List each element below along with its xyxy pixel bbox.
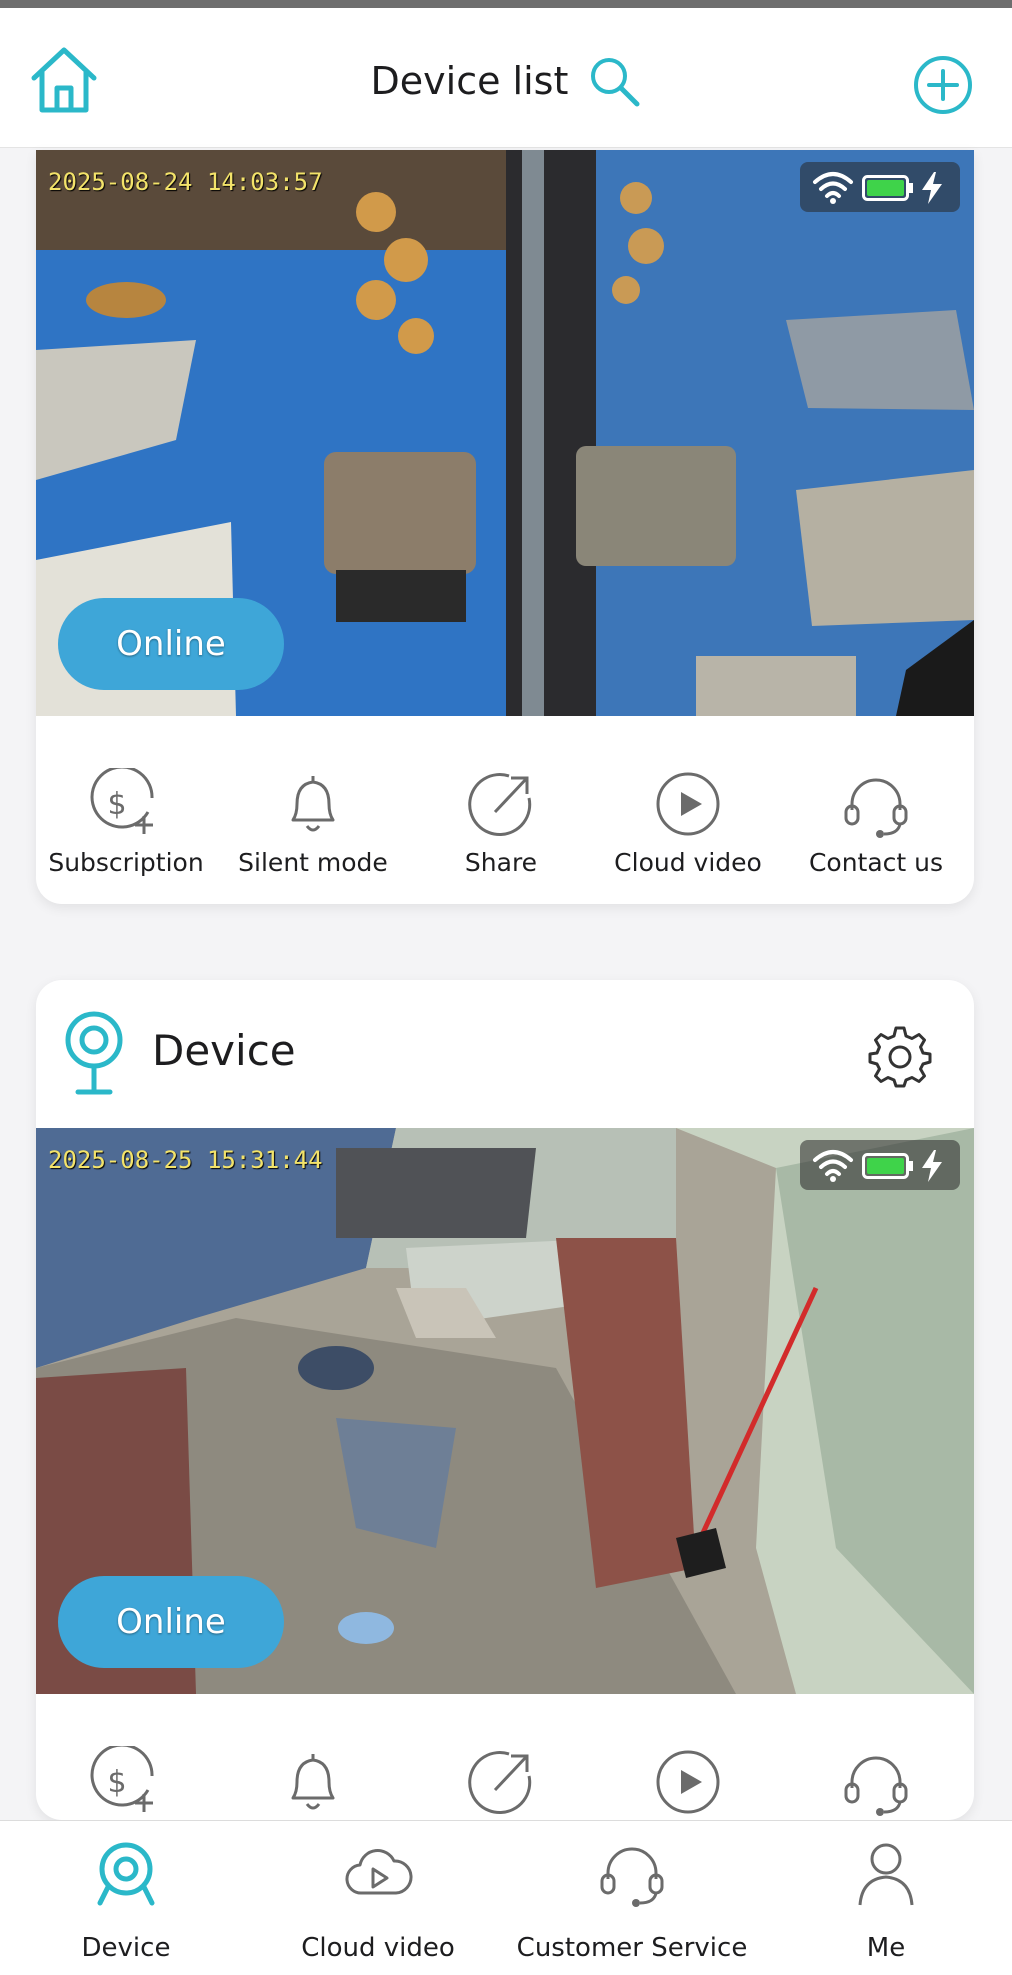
share-button[interactable]: Share — [411, 768, 591, 877]
online-status-badge: Online — [58, 1576, 284, 1668]
share-arrow-icon — [468, 773, 532, 837]
page-title: Device list — [370, 59, 569, 103]
device-card: Device 2025-08-25 15:31:44 Online $ — [36, 980, 974, 1820]
top-bar: Device list — [0, 8, 1012, 148]
tab-customer-service[interactable]: Customer Service — [512, 1837, 752, 1963]
camera-preview[interactable]: 2025-08-25 15:31:44 Online — [36, 1128, 974, 1694]
tab-device[interactable]: Device — [6, 1837, 246, 1963]
status-strip — [0, 0, 1012, 8]
add-device-icon[interactable] — [912, 54, 974, 116]
wifi-icon — [813, 1150, 853, 1182]
webcam-icon — [65, 1011, 123, 1095]
online-status-badge: Online — [58, 598, 284, 690]
tab-customer-service-label: Customer Service — [516, 1933, 748, 1963]
subscription-button[interactable]: $ Subscription — [36, 768, 216, 877]
silent-mode-button[interactable]: Silent mode — [223, 768, 403, 877]
battery-icon — [862, 1153, 913, 1179]
device-card-header[interactable]: Device — [36, 980, 974, 1128]
bell-icon — [291, 1754, 335, 1810]
cloud-video-label: Cloud video — [614, 848, 762, 877]
charging-icon — [922, 172, 942, 204]
contact-us-button[interactable] — [786, 1746, 966, 1818]
battery-level — [867, 1158, 904, 1174]
device-actions: $ Subscription Silent mode Share Cloud v… — [36, 716, 974, 902]
contact-us-label: Contact us — [808, 848, 944, 877]
contact-us-button[interactable]: Contact us — [786, 768, 966, 877]
cloud-play-icon — [345, 1849, 413, 1895]
webcam-icon — [97, 1842, 155, 1906]
gear-icon[interactable] — [868, 1024, 932, 1088]
tab-me-label: Me — [866, 1933, 906, 1963]
charging-icon — [922, 1150, 942, 1182]
play-circle-icon — [656, 1750, 720, 1814]
bell-icon — [291, 776, 335, 832]
share-button[interactable] — [411, 1746, 591, 1818]
headset-icon — [844, 1756, 908, 1816]
cloud-video-button[interactable] — [598, 1746, 778, 1818]
bottom-tab-bar: Device Cloud video Customer Service Me — [0, 1820, 1012, 1975]
share-label: Share — [464, 848, 538, 877]
search-icon[interactable] — [587, 54, 641, 108]
silent-mode-button[interactable] — [223, 1746, 403, 1818]
title-group: Device list — [0, 54, 1012, 108]
person-icon — [858, 1843, 914, 1906]
device-name: Device — [152, 1026, 296, 1075]
dollar-plus-icon: $ — [90, 1746, 154, 1812]
dollar-plus-icon: $ — [90, 768, 154, 834]
battery-icon — [862, 175, 913, 201]
cloud-video-button[interactable]: Cloud video — [598, 768, 778, 877]
feed-timestamp: 2025-08-25 15:31:44 — [48, 1146, 323, 1174]
headset-icon — [844, 778, 908, 838]
tab-cloud-video-label: Cloud video — [301, 1933, 455, 1963]
feed-timestamp: 2025-08-24 14:03:57 — [48, 168, 323, 196]
device-actions: $ — [36, 1694, 974, 1820]
svg-text:$: $ — [107, 1765, 126, 1800]
device-card: 2025-08-24 14:03:57 Online $ Subscriptio… — [36, 150, 974, 904]
silent-mode-label: Silent mode — [238, 848, 388, 877]
tab-device-label: Device — [81, 1933, 171, 1963]
tab-cloud-video[interactable]: Cloud video — [258, 1837, 498, 1963]
share-arrow-icon — [468, 1751, 532, 1815]
tab-me[interactable]: Me — [766, 1837, 1006, 1963]
headset-icon — [600, 1847, 664, 1907]
camera-preview[interactable]: 2025-08-24 14:03:57 Online — [36, 150, 974, 716]
device-status-icons — [800, 162, 960, 212]
svg-text:$: $ — [107, 787, 126, 822]
subscription-button[interactable]: $ — [36, 1746, 216, 1818]
device-status-icons — [800, 1140, 960, 1190]
battery-level — [867, 180, 904, 196]
subscription-label: Subscription — [48, 848, 204, 877]
play-circle-icon — [656, 772, 720, 836]
wifi-icon — [813, 172, 853, 204]
